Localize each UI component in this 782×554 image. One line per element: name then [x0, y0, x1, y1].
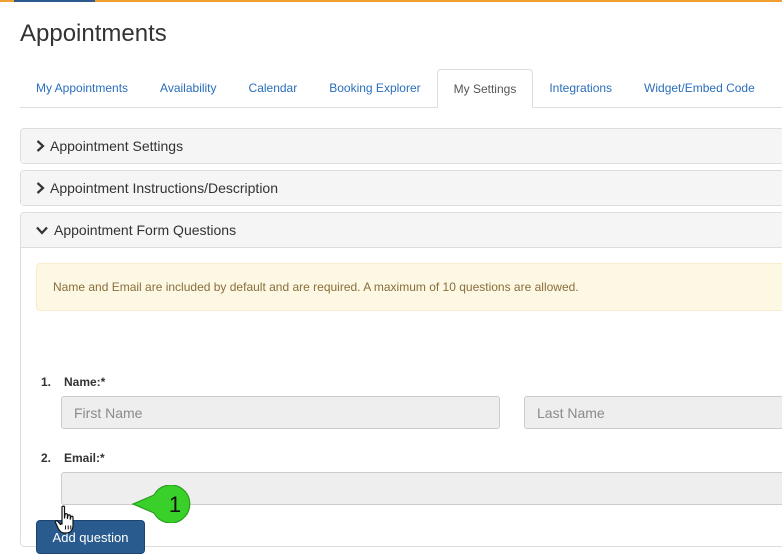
name-label: Name:* — [64, 375, 106, 389]
step-number: 1 — [169, 492, 181, 517]
form-questions-header[interactable]: Appointment Form Questions — [21, 213, 782, 247]
tab-my-settings[interactable]: My Settings — [436, 69, 534, 108]
question-number: 2. — [41, 451, 52, 465]
tab-widget-embed-code[interactable]: Widget/Embed Code — [628, 69, 771, 107]
chevron-down-icon — [36, 226, 54, 235]
first-name-input[interactable] — [61, 396, 500, 429]
appointment-settings-title: Appointment Settings — [50, 138, 184, 154]
chevron-right-icon — [36, 182, 50, 194]
last-name-input[interactable] — [524, 396, 782, 429]
question-number: 1. — [41, 375, 52, 389]
form-questions-title: Appointment Form Questions — [54, 222, 237, 238]
instructions-panel: Appointment Instructions/Description — [20, 170, 782, 206]
hand-cursor-icon — [54, 505, 80, 535]
tab-integrations[interactable]: Integrations — [533, 69, 628, 107]
tab-calendar[interactable]: Calendar — [233, 69, 314, 107]
instructions-header[interactable]: Appointment Instructions/Description — [21, 171, 782, 205]
add-question-button[interactable]: Add question — [36, 520, 145, 554]
top-accent-bar — [0, 0, 782, 2]
email-label: Email:* — [64, 451, 105, 465]
step-callout: 1 — [130, 484, 202, 524]
tab-bar: My Appointments Availability Calendar Bo… — [20, 69, 782, 108]
instructions-title: Appointment Instructions/Description — [50, 180, 278, 196]
appointment-settings-header[interactable]: Appointment Settings — [21, 129, 782, 163]
tab-booking-explorer[interactable]: Booking Explorer — [313, 69, 436, 107]
chevron-right-icon — [36, 140, 50, 152]
tab-my-appointments[interactable]: My Appointments — [20, 69, 144, 107]
page-title: Appointments — [20, 20, 167, 47]
appointment-settings-panel: Appointment Settings — [20, 128, 782, 164]
info-alert: Name and Email are included by default a… — [36, 263, 782, 311]
tab-availability[interactable]: Availability — [144, 69, 232, 107]
top-accent-highlight — [14, 0, 95, 2]
